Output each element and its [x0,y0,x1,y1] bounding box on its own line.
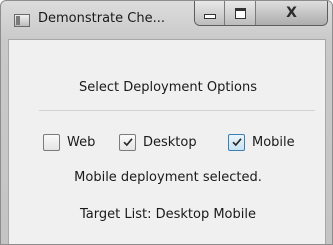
maximize-button[interactable] [225,1,256,25]
desktop-checkbox[interactable]: Desktop [119,132,197,152]
client-area: Select Deployment Options Web Desktop Mo… [8,39,326,244]
close-icon: X [286,5,297,21]
title-bar[interactable]: Demonstrate Che... X [1,1,332,39]
caption-buttons: X [194,1,328,26]
separator [39,110,315,111]
page-title: Select Deployment Options [78,80,258,95]
mobile-checkbox-label[interactable]: Mobile [252,135,295,150]
desktop-checkbox-label[interactable]: Desktop [143,135,197,150]
close-button[interactable]: X [256,1,327,25]
mobile-checkbox-box[interactable] [228,133,245,151]
web-checkbox[interactable]: Web [43,132,95,152]
window-title: Demonstrate Che... [38,11,165,26]
minimize-icon [203,13,216,19]
mobile-checkbox[interactable]: Mobile [228,132,295,152]
window-app-icon[interactable] [14,14,30,27]
app-window: Demonstrate Che... X Select Deployment O… [0,0,333,245]
minimize-button[interactable] [195,1,225,25]
web-checkbox-label[interactable]: Web [67,135,95,150]
web-checkbox-box[interactable] [43,133,60,151]
target-list-text: Target List: Desktop Mobile [80,207,256,222]
checkmark-icon [122,138,133,147]
desktop-checkbox-box[interactable] [119,133,136,151]
maximize-icon [234,7,246,19]
checkmark-icon [231,138,242,147]
status-text: Mobile deployment selected. [74,170,262,185]
